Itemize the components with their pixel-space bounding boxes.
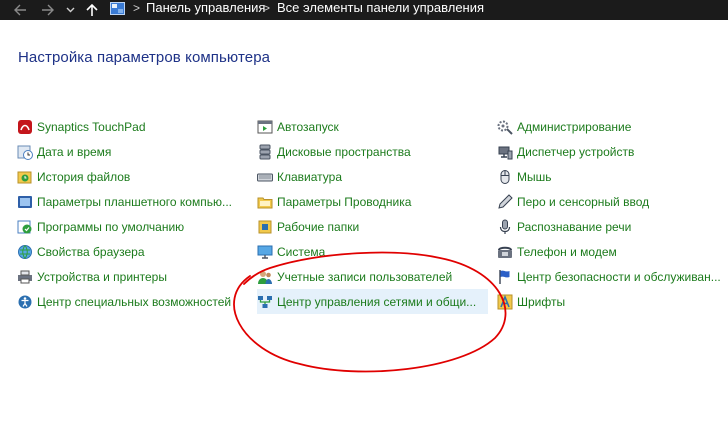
item-user-accounts[interactable]: Учетные записи пользователей	[257, 264, 488, 289]
clock-icon	[17, 145, 33, 160]
pen-icon	[498, 193, 513, 209]
item-label: Диспетчер устройств	[517, 144, 635, 159]
items-column-1: Synaptics TouchPad Дата и время История …	[17, 114, 232, 314]
control-panel-icon	[110, 2, 125, 15]
fonts-icon	[497, 294, 513, 309]
item-label: Система	[277, 244, 326, 259]
globe-icon	[18, 244, 32, 259]
folder-options-icon	[257, 197, 273, 208]
item-label: Автозапуск	[277, 119, 339, 134]
item-work-folders[interactable]: Рабочие папки	[257, 214, 488, 239]
item-label: Дата и время	[37, 144, 112, 159]
item-system[interactable]: Система	[257, 239, 488, 264]
item-label: Рабочие папки	[277, 219, 360, 234]
touchpad-icon	[18, 119, 32, 134]
item-storage-spaces[interactable]: Дисковые пространства	[257, 139, 488, 164]
admin-tools-icon	[497, 120, 513, 135]
item-file-history[interactable]: История файлов	[17, 164, 232, 189]
item-label: Мышь	[517, 169, 552, 184]
item-label: Распознавание речи	[517, 219, 632, 234]
item-label: Шрифты	[517, 294, 566, 309]
item-label: Учетные записи пользователей	[277, 269, 453, 284]
accessibility-icon	[18, 295, 32, 308]
item-tablet-settings[interactable]: Параметры планшетного компью...	[17, 189, 232, 214]
item-label: Центр управления сетями и общи...	[277, 294, 477, 309]
item-label: Свойства браузера	[37, 244, 145, 259]
item-label: Программы по умолчанию	[37, 219, 185, 234]
item-explorer-options[interactable]: Параметры Проводника	[257, 189, 488, 214]
item-mouse[interactable]: Мышь	[497, 164, 721, 189]
breadcrumb-separator: >	[133, 1, 141, 15]
item-keyboard[interactable]: Клавиатура	[257, 164, 488, 189]
item-devices-printers[interactable]: Устройства и принтеры	[17, 264, 232, 289]
item-security-maintenance[interactable]: Центр безопасности и обслуживан...	[497, 264, 721, 289]
system-icon	[257, 245, 273, 259]
item-browser-properties[interactable]: Свойства браузера	[17, 239, 232, 264]
item-accessibility-center[interactable]: Центр специальных возможностей	[17, 289, 232, 314]
item-label: Перо и сенсорный ввод	[517, 194, 650, 209]
item-label: Центр безопасности и обслуживан...	[517, 269, 721, 284]
phone-icon	[498, 246, 512, 258]
item-label: Synaptics TouchPad	[37, 119, 146, 134]
item-label: История файлов	[37, 169, 131, 184]
breadcrumb-all-items[interactable]: Все элементы панели управления	[277, 0, 484, 20]
mouse-icon	[500, 169, 510, 184]
tablet-icon	[18, 195, 32, 208]
item-label: Администрирование	[517, 119, 632, 134]
item-label: Параметры Проводника	[277, 194, 412, 209]
recent-locations-chevron-icon[interactable]	[64, 0, 76, 20]
breadcrumb-control-panel[interactable]: Панель управления	[146, 0, 265, 20]
item-default-programs[interactable]: Программы по умолчанию	[17, 214, 232, 239]
item-device-manager[interactable]: Диспетчер устройств	[497, 139, 721, 164]
keyboard-icon	[257, 173, 273, 181]
back-arrow-icon[interactable]	[12, 0, 28, 20]
item-label: Центр специальных возможностей	[37, 294, 232, 309]
default-programs-icon	[17, 220, 32, 233]
items-column-2: Автозапуск Дисковые пространства Клавиат…	[257, 114, 488, 314]
users-icon	[258, 270, 272, 284]
work-folders-icon	[258, 220, 272, 233]
breadcrumb-separator: >	[263, 1, 271, 15]
items-column-3: Администрирование Диспетчер устройств Мы…	[497, 114, 721, 314]
item-fonts[interactable]: Шрифты	[497, 289, 721, 314]
item-network-sharing-center[interactable]: Центр управления сетями и общи...	[257, 289, 488, 314]
microphone-icon	[499, 219, 511, 234]
printer-icon	[18, 270, 32, 283]
item-pen-touch[interactable]: Перо и сенсорный ввод	[497, 189, 721, 214]
forward-arrow-icon[interactable]	[39, 0, 55, 20]
item-autoplay[interactable]: Автозапуск	[257, 114, 488, 139]
file-history-icon	[17, 171, 32, 183]
item-label: Клавиатура	[277, 169, 342, 184]
item-date-time[interactable]: Дата и время	[17, 139, 232, 164]
autoplay-icon	[257, 120, 273, 133]
page-title: Настройка параметров компьютера	[18, 49, 271, 66]
item-label: Параметры планшетного компью...	[37, 194, 232, 209]
item-administrative-tools[interactable]: Администрирование	[497, 114, 721, 139]
up-arrow-icon[interactable]	[84, 0, 100, 20]
storage-icon	[259, 144, 271, 159]
address-bar: > Панель управления > Все элементы панел…	[0, 0, 728, 20]
item-phone-modem[interactable]: Телефон и модем	[497, 239, 721, 264]
item-label: Телефон и модем	[517, 244, 617, 259]
item-label: Устройства и принтеры	[37, 269, 167, 284]
item-synaptics-touchpad[interactable]: Synaptics TouchPad	[17, 114, 232, 139]
device-manager-icon	[498, 146, 513, 159]
network-icon	[258, 295, 272, 308]
item-label: Дисковые пространства	[277, 144, 411, 159]
item-speech-recognition[interactable]: Распознавание речи	[497, 214, 721, 239]
flag-icon	[499, 269, 510, 284]
